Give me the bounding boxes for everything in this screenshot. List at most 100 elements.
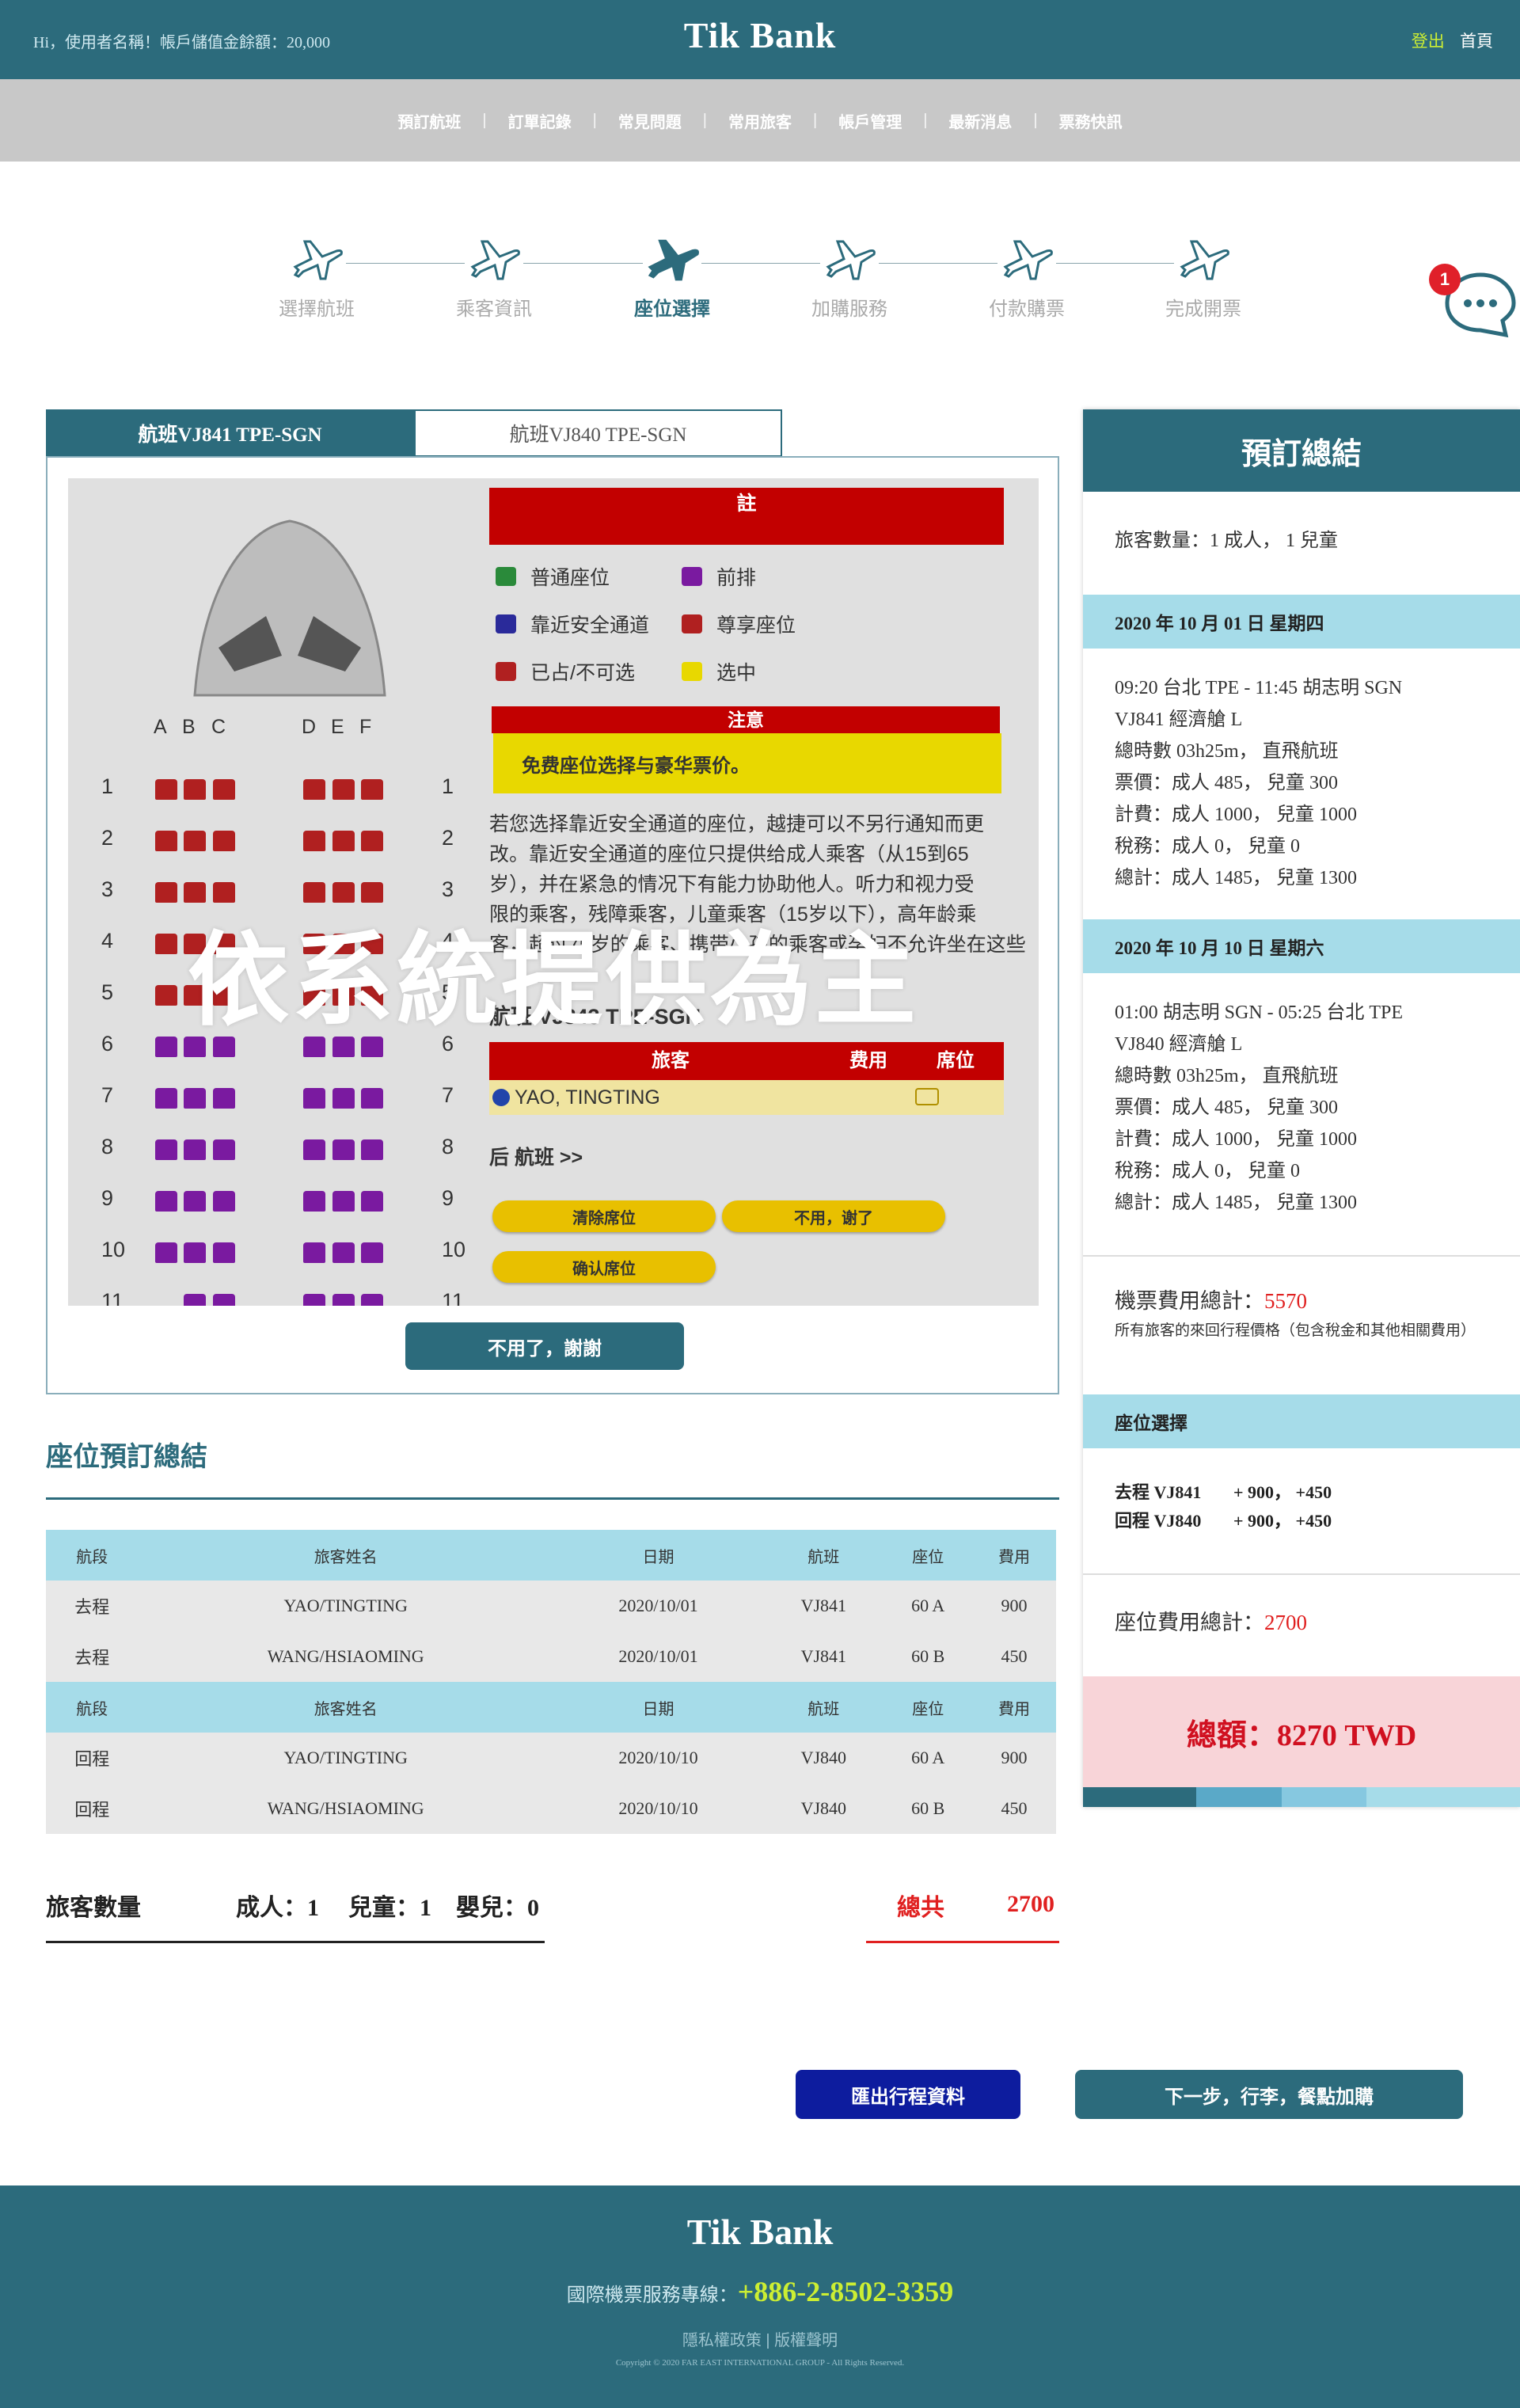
seat-2D[interactable] <box>303 831 325 851</box>
seat-8E[interactable] <box>332 1139 355 1160</box>
radio-icon[interactable] <box>492 1089 510 1106</box>
seat-11E[interactable] <box>332 1294 355 1306</box>
seat-9A[interactable] <box>155 1191 177 1212</box>
seat-7C[interactable] <box>213 1088 235 1109</box>
no-thanks-button[interactable]: 不用了，謝謝 <box>405 1322 684 1370</box>
row-label: 8 <box>442 1135 454 1158</box>
grand-total: 總額：8270 TWD <box>1083 1676 1520 1787</box>
no-thanks-cn-button[interactable]: 不用，谢了 <box>722 1200 945 1232</box>
next-flight-link[interactable]: 后 航班 >> <box>489 1142 583 1170</box>
nav-frequent-travelers[interactable]: 常用旅客 <box>728 109 792 132</box>
legend-title: 註 <box>489 488 1004 545</box>
copyright-link[interactable]: 版權聲明 <box>774 2332 838 2349</box>
trip-line: 總計：成人 1485， 兒童 1300 <box>1115 868 1357 888</box>
seat-2E[interactable] <box>332 831 355 851</box>
trip-line: 稅務：成人 0， 兒童 0 <box>1115 836 1300 857</box>
cell: VJ841 <box>763 1581 884 1631</box>
trip-line: 01:00 胡志明 SGN - 05:25 台北 TPE <box>1115 1002 1404 1023</box>
legend-occupied: 已占/不可选 <box>496 657 635 686</box>
step-seat-selection: 座位選擇 <box>621 230 724 321</box>
seat-11C[interactable] <box>213 1294 235 1306</box>
nav-orders[interactable]: 訂單記錄 <box>508 109 572 132</box>
legend-label: 已占/不可选 <box>530 662 635 684</box>
row-label: 11 <box>101 1289 124 1306</box>
tab-outbound-flight[interactable]: 航班VJ841 TPE-SGN <box>46 409 414 457</box>
legend-label: 靠近安全通道 <box>530 614 650 637</box>
seat-8A[interactable] <box>155 1139 177 1160</box>
seat-2A[interactable] <box>155 831 177 851</box>
seat-10A[interactable] <box>155 1242 177 1263</box>
seat-7E[interactable] <box>332 1088 355 1109</box>
cell: 2020/10/01 <box>553 1581 764 1631</box>
privacy-link[interactable]: 隱私權政策 <box>682 2332 762 2349</box>
logout-link[interactable]: 登出 <box>1412 32 1445 51</box>
clear-seat-button[interactable]: 清除席位 <box>492 1200 716 1232</box>
seat-2F[interactable] <box>361 831 383 851</box>
seat-8F[interactable] <box>361 1139 383 1160</box>
seat-9C[interactable] <box>213 1191 235 1212</box>
seat-10D[interactable] <box>303 1242 325 1263</box>
passenger-row[interactable]: YAO, TINGTING <box>489 1080 1004 1115</box>
nav-separator: | <box>592 111 597 129</box>
divider <box>866 1941 1059 1943</box>
nav-account[interactable]: 帳戶管理 <box>838 109 902 132</box>
seat-9E[interactable] <box>332 1191 355 1212</box>
seat-1E[interactable] <box>332 779 355 800</box>
header-cell: 旅客姓名 <box>138 1682 553 1733</box>
notice-title: 注意 <box>492 706 1000 733</box>
seat-9F[interactable] <box>361 1191 383 1212</box>
hotline-number[interactable]: +886-2-8502-3359 <box>738 2276 953 2307</box>
confirm-seat-button[interactable]: 确认席位 <box>492 1251 716 1283</box>
seat-11F[interactable] <box>361 1294 383 1306</box>
seat-7F[interactable] <box>361 1088 383 1109</box>
next-step-button[interactable]: 下一步，行李，餐點加購 <box>1075 2070 1463 2119</box>
seat-8B[interactable] <box>184 1139 206 1160</box>
nav-faq[interactable]: 常見問題 <box>618 109 682 132</box>
seat-9B[interactable] <box>184 1191 206 1212</box>
brand-logo[interactable]: Tik Bank <box>0 14 1520 56</box>
seat-10C[interactable] <box>213 1242 235 1263</box>
seat-1A[interactable] <box>155 779 177 800</box>
seat-1D[interactable] <box>303 779 325 800</box>
seat-1B[interactable] <box>184 779 206 800</box>
seat-2C[interactable] <box>213 831 235 851</box>
seat-10E[interactable] <box>332 1242 355 1263</box>
export-itinerary-button[interactable]: 匯出行程資料 <box>796 2070 1020 2119</box>
table-row: 去程 YAO/TINGTING 2020/10/01 VJ841 60 A 900 <box>46 1581 1056 1631</box>
header-cell: 航班 <box>763 1682 884 1733</box>
seat-7B[interactable] <box>184 1088 206 1109</box>
trip-line: 計費：成人 1000， 兒童 1000 <box>1115 1129 1357 1150</box>
seat-8D[interactable] <box>303 1139 325 1160</box>
hotline-label: 國際機票服務專線： <box>566 2284 738 2306</box>
seat-7D[interactable] <box>303 1088 325 1109</box>
seat-11D[interactable] <box>303 1294 325 1306</box>
step-label: 加購服務 <box>811 299 887 320</box>
seat-1C[interactable] <box>213 779 235 800</box>
nav-separator: | <box>482 111 487 129</box>
seat-8C[interactable] <box>213 1139 235 1160</box>
seat-1F[interactable] <box>361 779 383 800</box>
tab-return-flight[interactable]: 航班VJ840 TPE-SGN <box>414 409 782 457</box>
seat-selection-band: 座位選擇 <box>1083 1394 1520 1448</box>
home-link[interactable]: 首頁 <box>1460 32 1493 51</box>
cell: 去程 <box>46 1631 139 1682</box>
nav-ticket-alerts[interactable]: 票務快訊 <box>1059 109 1123 132</box>
nav-news[interactable]: 最新消息 <box>948 109 1012 132</box>
seat-10B[interactable] <box>184 1242 206 1263</box>
seat-7A[interactable] <box>155 1088 177 1109</box>
nav-separator: | <box>813 111 818 129</box>
header-links: 登出 首頁 <box>1400 29 1493 52</box>
table-row: 回程 WANG/HSIAOMING 2020/10/10 VJ840 60 B 450 <box>46 1783 1056 1834</box>
cell: VJ840 <box>763 1733 884 1783</box>
seat-9D[interactable] <box>303 1191 325 1212</box>
row-label: 2 <box>442 826 454 850</box>
legend-label: 前排 <box>716 567 757 589</box>
nav-book-flight[interactable]: 預訂航班 <box>397 109 461 132</box>
row-label: 10 <box>101 1238 126 1261</box>
notice-line: 改。靠近安全通道的座位只提供给成人乘客（从15到65 <box>489 843 969 865</box>
return-date: 2020 年 10 月 10 日 星期六 <box>1083 919 1520 973</box>
seat-2B[interactable] <box>184 831 206 851</box>
seat-11B[interactable] <box>184 1294 206 1306</box>
header-cell: 日期 <box>553 1530 764 1581</box>
seat-10F[interactable] <box>361 1242 383 1263</box>
